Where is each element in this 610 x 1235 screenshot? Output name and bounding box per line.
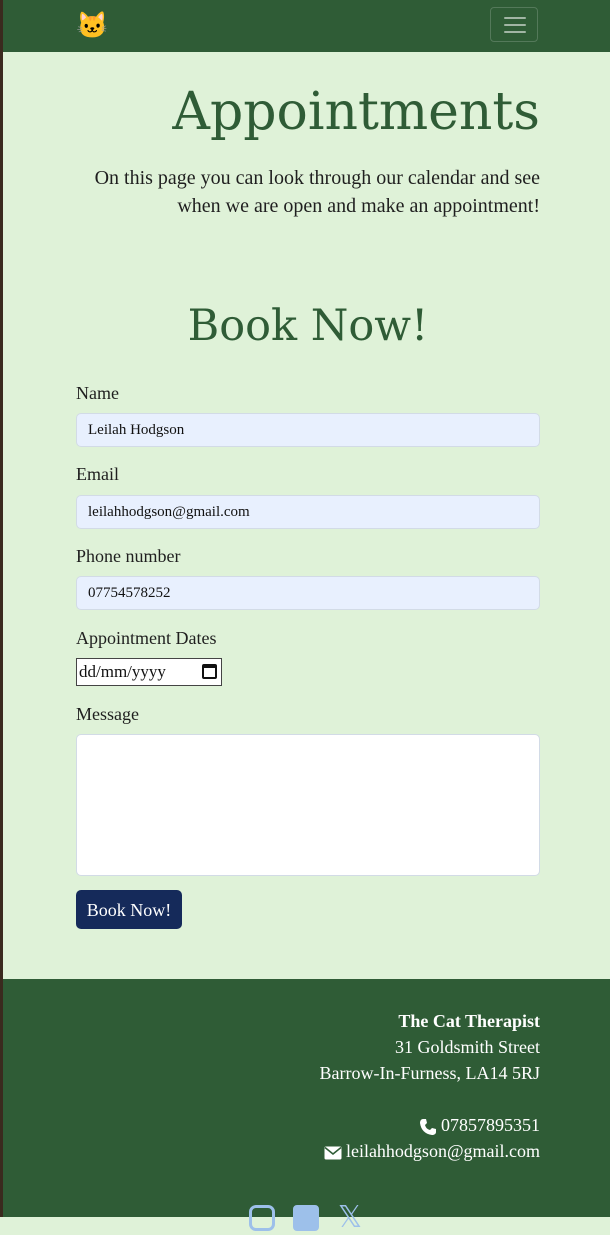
footer-phone-number: 07857895351 (441, 1115, 540, 1135)
hamburger-menu-icon (504, 24, 526, 26)
name-input[interactable]: Leilah Hodgson (76, 413, 540, 447)
email-input[interactable]: leilahhodgson@gmail.com (76, 495, 540, 529)
instagram-icon[interactable] (249, 1205, 275, 1231)
appointment-date-label: Appointment Dates (76, 628, 217, 648)
booking-form-title: Book Now! (187, 301, 429, 351)
footer-business-name: The Cat Therapist (398, 1011, 540, 1031)
name-label: Name (76, 383, 119, 403)
envelope-icon (324, 1146, 342, 1160)
message-label: Message (76, 704, 139, 724)
book-now-button[interactable]: Book Now! (76, 890, 182, 929)
x-twitter-icon[interactable]: 𝕏 (337, 1203, 363, 1233)
main-content: Appointments On this page you can look t… (3, 52, 610, 979)
appointment-date-input[interactable]: dd/mm/yyyy (76, 658, 222, 686)
phone-icon (420, 1118, 436, 1135)
phone-input[interactable]: 07754578252 (76, 576, 540, 610)
footer-phone[interactable]: 07857895351 (419, 1112, 540, 1138)
footer-address-line2: Barrow-In-Furness, LA14 5RJ (319, 1063, 540, 1083)
hamburger-menu-icon (504, 31, 526, 33)
window-edge (0, 0, 3, 1217)
footer: The Cat Therapist 31 Goldsmith Street Ba… (3, 979, 610, 1233)
calendar-icon[interactable] (202, 664, 217, 679)
phone-label: Phone number (76, 546, 181, 566)
navbar: 🐱 (3, 0, 610, 52)
footer-email-address: leilahhodgson@gmail.com (345, 1141, 540, 1161)
email-label: Email (76, 464, 119, 484)
footer-address-line1: 31 Goldsmith Street (395, 1037, 540, 1057)
message-textarea[interactable] (76, 734, 540, 876)
cat-face-icon[interactable]: 🐱 (76, 11, 108, 41)
date-placeholder: dd/mm/yyyy (79, 662, 166, 681)
footer-email[interactable]: leilahhodgson@gmail.com (324, 1138, 540, 1164)
page-intro: On this page you can look through our ca… (94, 167, 540, 217)
menu-toggle-button[interactable] (490, 7, 538, 42)
hamburger-menu-icon (504, 17, 526, 19)
page-title: Appointments (172, 82, 540, 142)
facebook-icon[interactable] (293, 1205, 319, 1231)
